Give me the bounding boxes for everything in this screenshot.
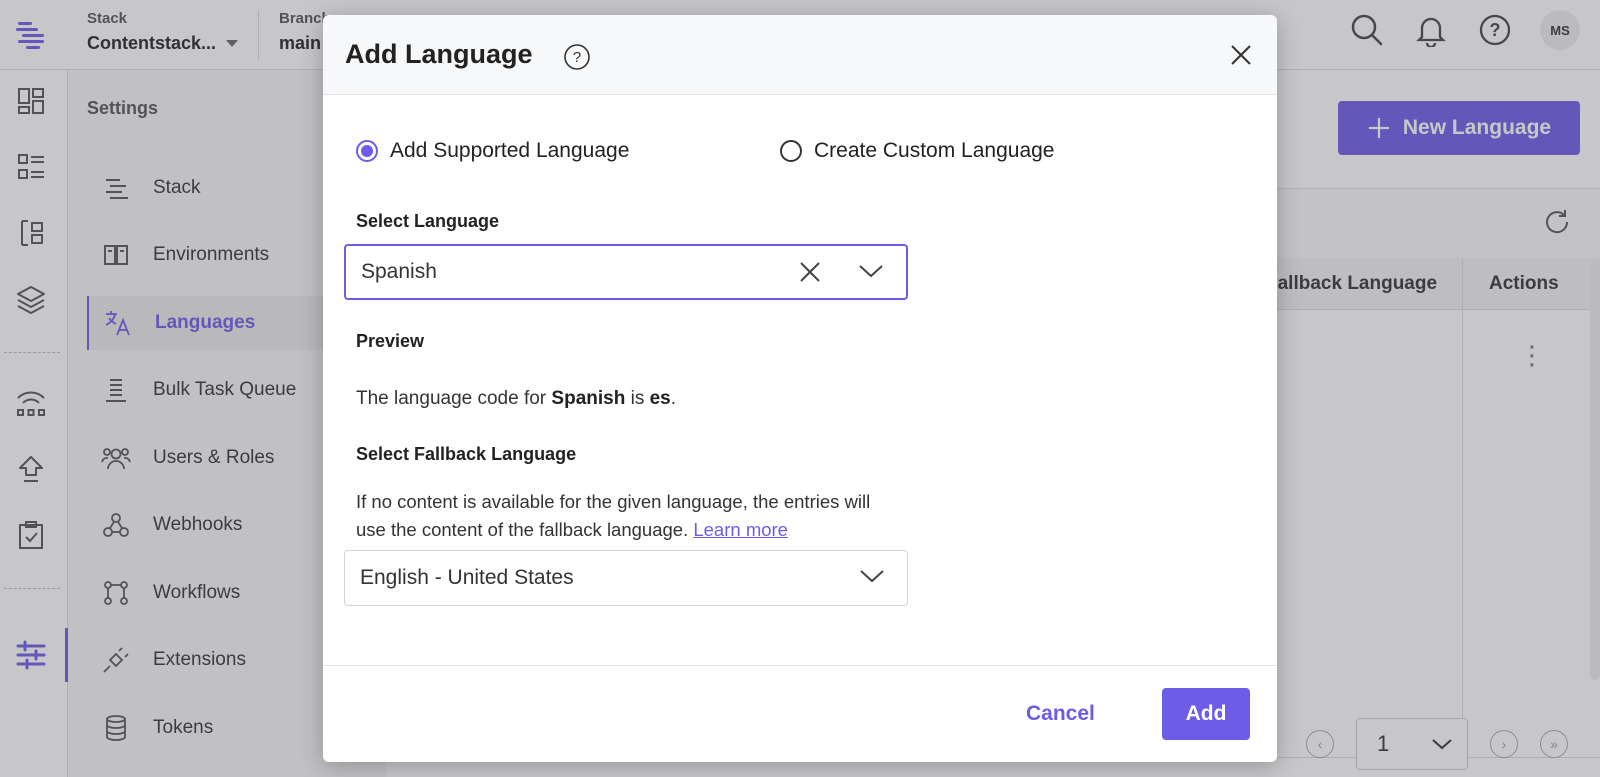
preview-prefix: The language code for <box>356 388 552 409</box>
select-language-dropdown[interactable]: Spanish <box>344 244 908 300</box>
fallback-description: If no content is available for the given… <box>356 488 896 544</box>
add-language-modal: Add Language ? Add Supported Language Cr… <box>323 15 1277 762</box>
preview-label: Preview <box>356 331 425 351</box>
cancel-button[interactable]: Cancel <box>1026 688 1095 740</box>
chevron-down-icon[interactable] <box>858 261 884 287</box>
add-button[interactable]: Add <box>1162 688 1250 740</box>
fallback-language-label: Select Fallback Language <box>356 444 577 464</box>
radio-unselected-icon[interactable] <box>780 140 802 162</box>
learn-more-link[interactable]: Learn more <box>693 519 788 540</box>
clear-icon[interactable] <box>798 260 822 290</box>
fallback-language-value: English - United States <box>360 566 574 589</box>
radio-add-supported-language[interactable]: Add Supported Language <box>356 139 629 163</box>
modal-title: Add Language <box>345 39 533 69</box>
radio-label: Add Supported Language <box>390 139 630 162</box>
preview-suffix: . <box>670 388 677 409</box>
fallback-language-dropdown[interactable]: English - United States <box>344 550 908 606</box>
preview-mid: is <box>625 388 650 409</box>
modal-footer: Cancel Add <box>323 665 1277 762</box>
fallback-description-text: If no content is available for the given… <box>356 491 871 540</box>
select-language-label: Select Language <box>356 211 500 231</box>
chevron-down-icon[interactable] <box>859 566 885 592</box>
help-circle-icon[interactable]: ? <box>563 43 591 76</box>
select-language-value: Spanish <box>361 260 437 283</box>
svg-text:?: ? <box>573 49 581 66</box>
preview-code: es <box>649 388 671 409</box>
close-icon[interactable] <box>1223 37 1259 73</box>
radio-label: Create Custom Language <box>814 139 1055 162</box>
radio-selected-icon[interactable] <box>356 140 378 162</box>
preview-text: The language code for Spanish is es. <box>356 388 676 410</box>
radio-create-custom-language[interactable]: Create Custom Language <box>780 139 1055 163</box>
modal-header: Add Language ? <box>323 15 1277 95</box>
preview-language: Spanish <box>551 388 626 409</box>
